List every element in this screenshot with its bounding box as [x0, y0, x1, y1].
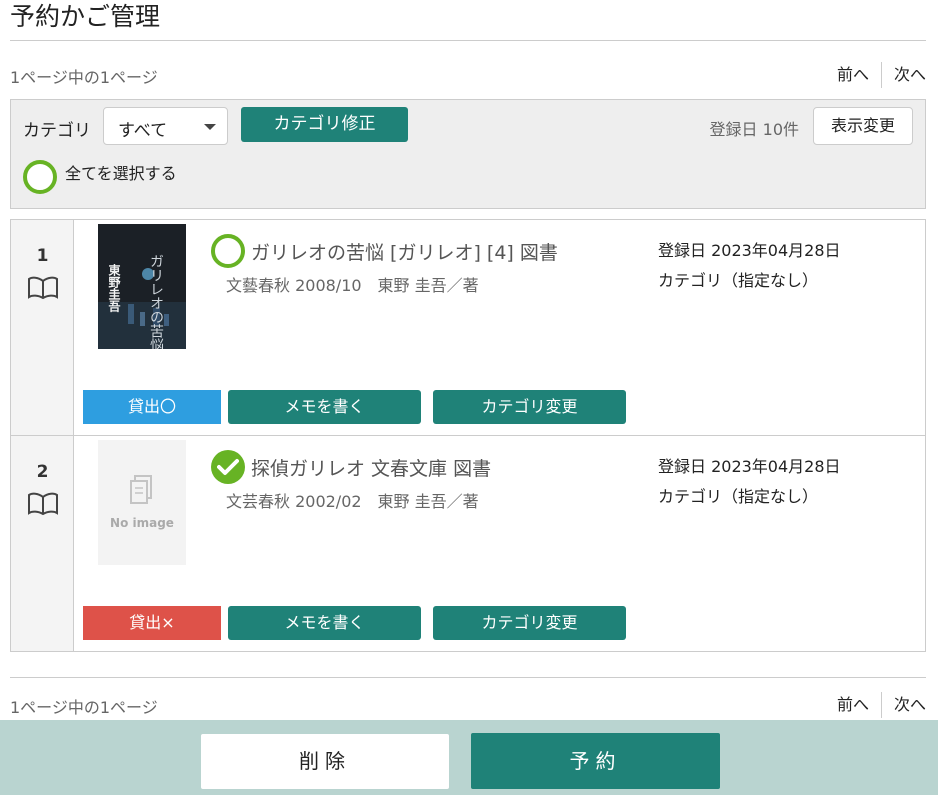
list-item: 1 ガリレオの苦悩 東野圭吾 ガリレオの苦悩 [ガリレオ] [4] 図書 文藝春… — [11, 220, 925, 436]
list-item: 2 No image 探偵ガリレオ 文春文庫 図書 文芸春秋 2002/02 東… — [11, 436, 925, 651]
item-info: 登録日 2023年04月28日 カテゴリ（指定なし） — [658, 452, 841, 512]
item-number: 2 — [36, 462, 49, 482]
category-label: カテゴリ — [23, 121, 91, 141]
item-meta: 文芸春秋 2002/02 東野 圭吾／著 — [226, 492, 479, 511]
category-select[interactable]: すべて — [103, 107, 228, 145]
status-badge-available: 貸出〇 — [83, 390, 221, 424]
cover-title-text: ガリレオの苦悩 — [148, 254, 164, 349]
select-all-toggle[interactable]: 全てを選択する — [23, 160, 177, 194]
open-book-icon — [28, 492, 58, 516]
item-category: カテゴリ（指定なし） — [658, 271, 819, 290]
item-title[interactable]: 探偵ガリレオ 文春文庫 図書 — [251, 454, 491, 481]
change-category-button[interactable]: カテゴリ変更 — [433, 606, 626, 640]
pager-nav: 前へ 次へ — [837, 62, 926, 88]
no-image-label: No image — [110, 516, 174, 530]
cover-author-text: 東野圭吾 — [107, 263, 121, 313]
item-number: 1 — [36, 246, 49, 266]
chevron-down-icon — [204, 124, 216, 130]
category-fix-button[interactable]: カテゴリ修正 — [241, 107, 408, 142]
next-page-link[interactable]: 次へ — [894, 693, 926, 717]
pager-separator — [880, 692, 882, 718]
display-change-button[interactable]: 表示変更 — [813, 107, 913, 145]
unchecked-circle-icon[interactable] — [211, 234, 245, 268]
select-all-label: 全てを選択する — [65, 164, 177, 183]
pager-separator — [880, 62, 882, 88]
checkmark-icon[interactable] — [211, 450, 245, 484]
action-footer: 削除 予約 — [0, 720, 938, 795]
write-memo-button[interactable]: メモを書く — [228, 390, 421, 424]
prev-page-link[interactable]: 前へ — [837, 63, 869, 87]
item-select-toggle[interactable]: 探偵ガリレオ 文春文庫 図書 — [211, 450, 491, 484]
write-memo-button[interactable]: メモを書く — [228, 606, 421, 640]
registered-date: 登録日 2023年04月28日 — [658, 241, 841, 260]
category-select-value: すべて — [118, 121, 168, 141]
reserve-button[interactable]: 予約 — [471, 733, 720, 789]
item-info: 登録日 2023年04月28日 カテゴリ（指定なし） — [658, 236, 841, 296]
registered-date: 登録日 2023年04月28日 — [658, 457, 841, 476]
status-badge-unavailable: 貸出× — [83, 606, 221, 640]
page-count: 1ページ中の1ページ — [10, 68, 158, 87]
item-number-column: 2 — [11, 436, 74, 651]
open-book-icon — [28, 276, 58, 300]
reservation-list: 1 ガリレオの苦悩 東野圭吾 ガリレオの苦悩 [ガリレオ] [4] 図書 文藝春… — [10, 219, 926, 652]
delete-button[interactable]: 削除 — [201, 734, 449, 789]
item-number-column: 1 — [11, 220, 74, 435]
page-count: 1ページ中の1ページ — [10, 698, 158, 717]
sort-info: 登録日 10件 — [709, 120, 799, 139]
pager-bottom: 1ページ中の1ページ 前へ 次へ — [10, 688, 926, 718]
pager-nav: 前へ 次へ — [837, 692, 926, 718]
unchecked-circle-icon[interactable] — [23, 160, 57, 194]
filter-panel: カテゴリ すべて カテゴリ修正 登録日 10件 表示変更 全てを選択する — [10, 99, 926, 209]
book-cover-art: ガリレオの苦悩 東野圭吾 — [98, 224, 186, 349]
pager-top: 1ページ中の1ページ 前へ 次へ — [10, 58, 926, 88]
page-title: 予約かご管理 — [10, 2, 161, 31]
book-cover-image[interactable]: ガリレオの苦悩 東野圭吾 — [98, 224, 186, 349]
item-select-toggle[interactable]: ガリレオの苦悩 [ガリレオ] [4] 図書 — [211, 234, 558, 268]
bottom-divider — [10, 677, 926, 678]
item-category: カテゴリ（指定なし） — [658, 487, 819, 506]
document-icon — [130, 475, 152, 504]
item-meta: 文藝春秋 2008/10 東野 圭吾／著 — [226, 276, 479, 295]
change-category-button[interactable]: カテゴリ変更 — [433, 390, 626, 424]
prev-page-link[interactable]: 前へ — [837, 693, 869, 717]
title-divider — [10, 40, 926, 41]
next-page-link[interactable]: 次へ — [894, 63, 926, 87]
no-image-placeholder[interactable]: No image — [98, 440, 186, 565]
item-title[interactable]: ガリレオの苦悩 [ガリレオ] [4] 図書 — [251, 238, 558, 265]
